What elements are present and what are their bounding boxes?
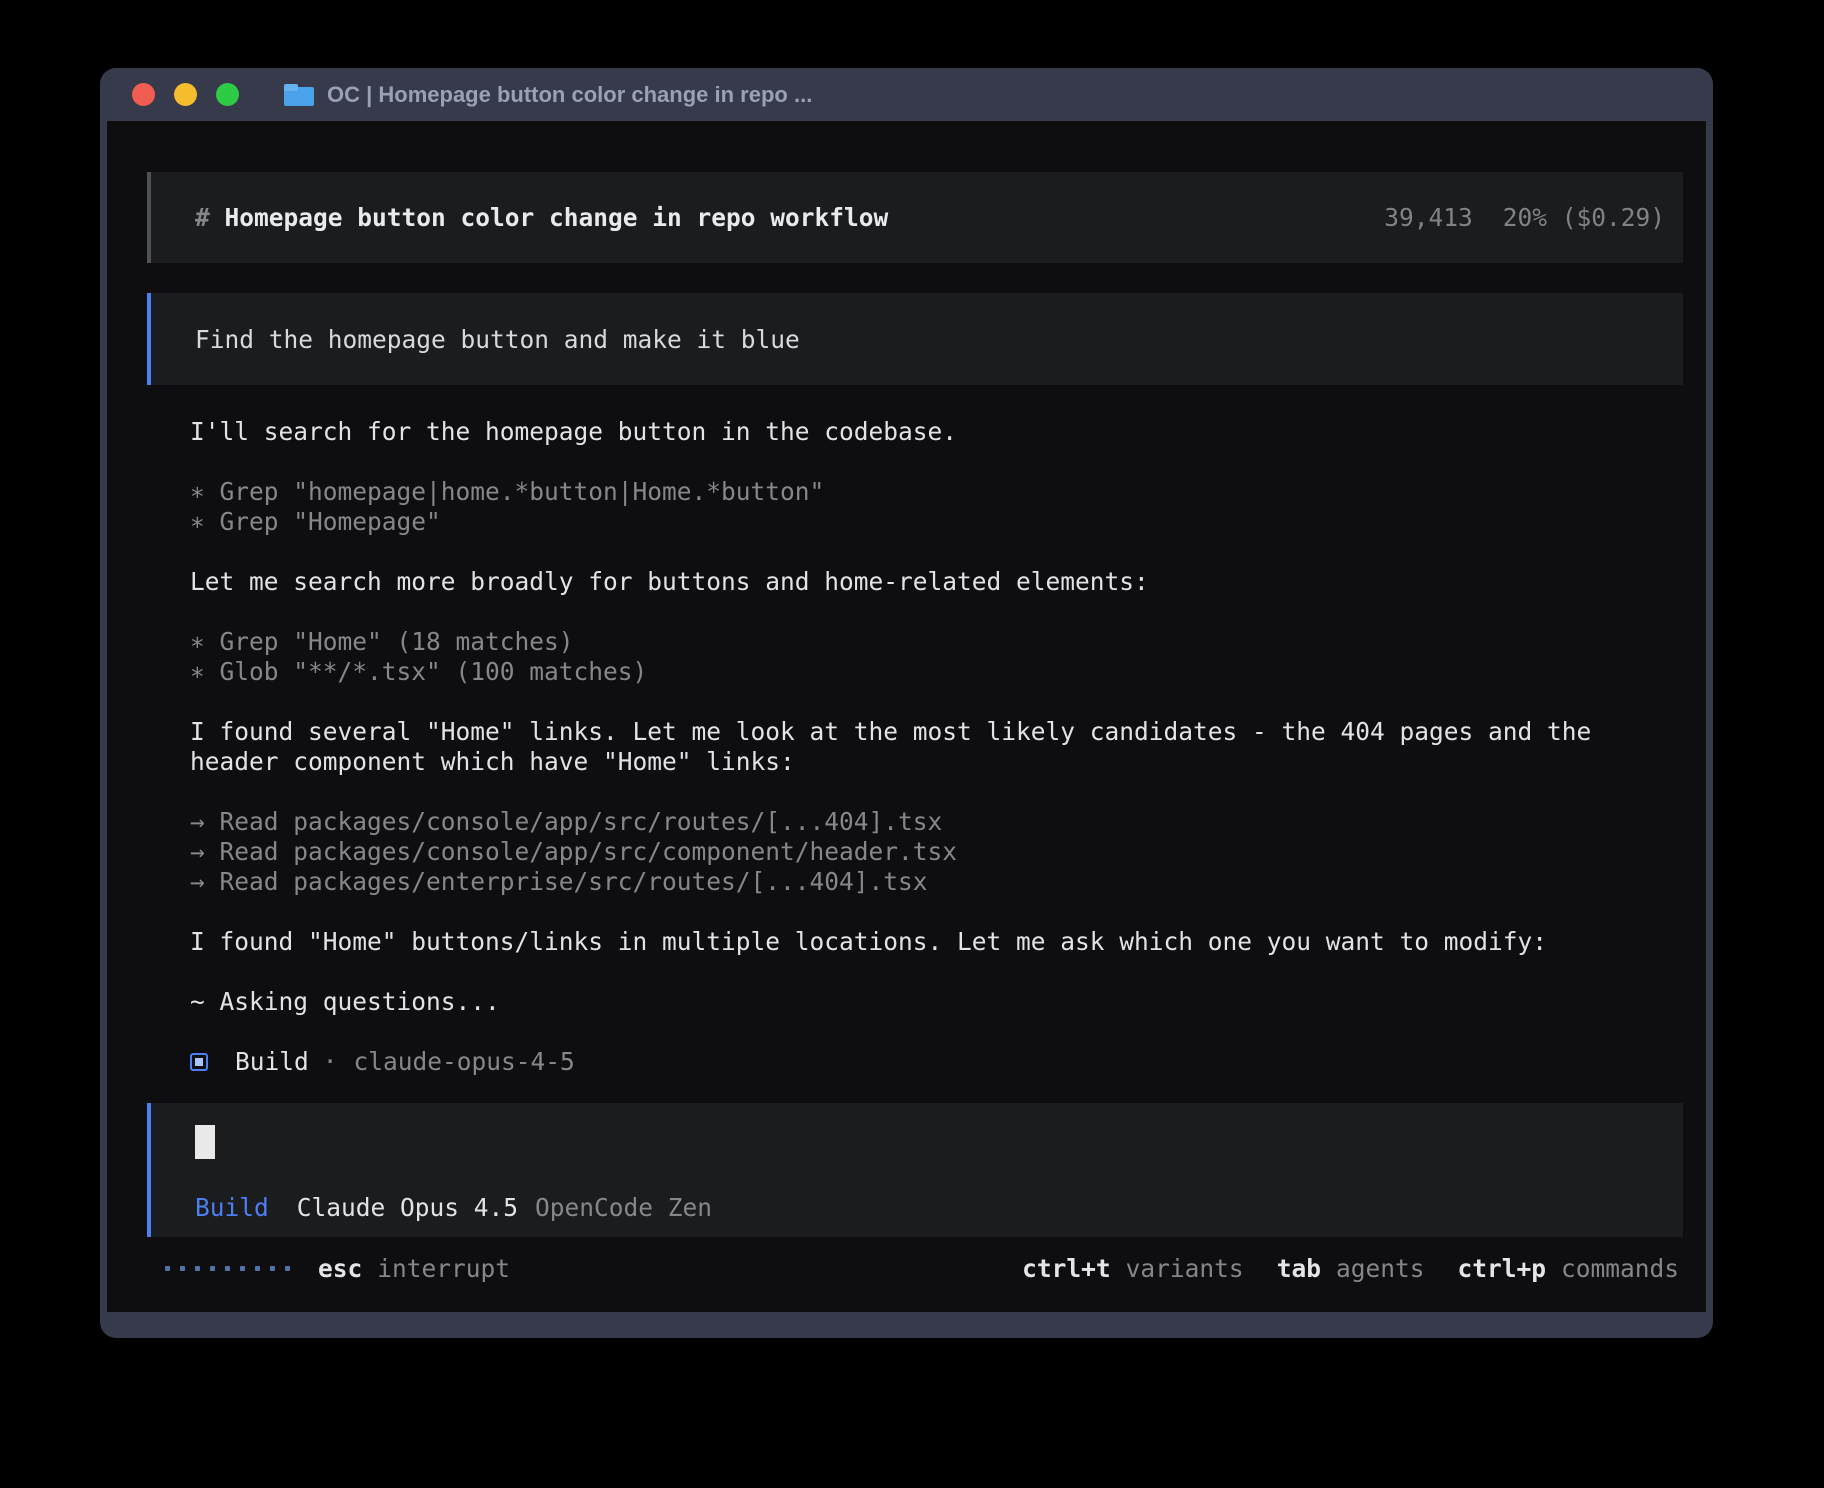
context-usage: 20% ($0.29) xyxy=(1503,203,1665,232)
shortcut-variants: ctrl+t variants xyxy=(1022,1254,1244,1283)
token-count: 39,413 xyxy=(1384,203,1473,232)
transcript-line-gap xyxy=(190,537,1650,567)
transcript-line-text: ~ Asking questions... xyxy=(190,987,1650,1017)
shortcut-label: agents xyxy=(1336,1254,1425,1283)
transcript-line-text: I found "Home" buttons/links in multiple… xyxy=(190,927,1650,957)
user-message: Find the homepage button and make it blu… xyxy=(147,293,1683,385)
prompt-input[interactable]: Build Claude Opus 4.5 OpenCode Zen xyxy=(147,1103,1683,1237)
transcript-line-text: I'll search for the homepage button in t… xyxy=(190,417,1650,447)
close-button[interactable] xyxy=(132,83,155,106)
transcript-line-tool: ∗ Glob "**/*.tsx" (100 matches) xyxy=(190,657,1650,687)
spinner-dot xyxy=(165,1266,170,1271)
spinner-dot xyxy=(195,1266,200,1271)
shortcut-commands: ctrl+p commands xyxy=(1457,1254,1679,1283)
transcript-line-tool: ∗ Grep "homepage|home.*button|Home.*butt… xyxy=(190,477,1650,507)
session-title: Homepage button color change in repo wor… xyxy=(225,203,889,232)
minimize-button[interactable] xyxy=(174,83,197,106)
text-cursor xyxy=(195,1125,215,1159)
transcript-line-gap xyxy=(190,897,1650,927)
shortcut-label: variants xyxy=(1126,1254,1244,1283)
input-meta: Build Claude Opus 4.5 OpenCode Zen xyxy=(195,1193,1665,1223)
shortcut-esc: esc interrupt xyxy=(318,1254,510,1283)
shortcut-agents: tab agents xyxy=(1277,1254,1425,1283)
spinner-dot xyxy=(225,1266,230,1271)
transcript-line-gap xyxy=(190,447,1650,477)
right-shortcuts: ctrl+t variants tab agents ctrl+p commands xyxy=(1022,1254,1679,1283)
transcript-line-tool: ∗ Grep "Home" (18 matches) xyxy=(190,627,1650,657)
transcript-line-text: Let me search more broadly for buttons a… xyxy=(190,567,1650,597)
zoom-button[interactable] xyxy=(216,83,239,106)
agent-badge-icon xyxy=(190,1053,208,1071)
provider-label: OpenCode Zen xyxy=(535,1193,712,1223)
transcript-line-tool: ∗ Grep "Homepage" xyxy=(190,507,1650,537)
spinner-dot xyxy=(285,1266,290,1271)
session-header-hash: # xyxy=(195,203,225,232)
transcript-line-gap xyxy=(190,597,1650,627)
spinner-dot xyxy=(240,1266,245,1271)
folder-icon xyxy=(284,84,314,106)
spinner-dot xyxy=(180,1266,185,1271)
model-label: Claude Opus 4.5 xyxy=(297,1193,518,1223)
agent-name: Build xyxy=(235,1047,309,1077)
shortcut-key: ctrl+t xyxy=(1022,1254,1111,1283)
window-title: OC | Homepage button color change in rep… xyxy=(327,82,812,108)
shortcut-key: esc xyxy=(318,1254,362,1283)
agent-model: claude-opus-4-5 xyxy=(354,1047,575,1077)
separator-dot: · xyxy=(323,1047,338,1077)
transcript-line-text: I found several "Home" links. Let me loo… xyxy=(190,717,1650,777)
agent-status-row: Build · claude-opus-4-5 xyxy=(190,1047,1650,1077)
transcript-line-gap xyxy=(190,1017,1650,1047)
transcript: I'll search for the homepage button in t… xyxy=(190,417,1650,1077)
shortcut-label: interrupt xyxy=(377,1254,510,1283)
status-bar: esc interrupt ctrl+tvariantstabagentsctr… xyxy=(107,1253,1706,1283)
shortcut-label: commands xyxy=(1561,1254,1679,1283)
transcript-line-gap xyxy=(190,957,1650,987)
session-stats: 39,413 20% ($0.29) xyxy=(1384,203,1665,232)
shortcut-key: ctrl+p xyxy=(1457,1254,1546,1283)
transcript-line-tool: → Read packages/console/app/src/routes/[… xyxy=(190,807,1650,837)
transcript-line-tool: → Read packages/console/app/src/componen… xyxy=(190,837,1650,867)
spinner-dots xyxy=(165,1266,290,1271)
transcript-line-gap xyxy=(190,777,1650,807)
spinner-dot xyxy=(255,1266,260,1271)
spinner-dot xyxy=(210,1266,215,1271)
terminal-content: # Homepage button color change in repo w… xyxy=(107,121,1706,1312)
transcript-line-gap xyxy=(190,687,1650,717)
transcript-line-tool: → Read packages/enterprise/src/routes/[.… xyxy=(190,867,1650,897)
spinner-dot xyxy=(270,1266,275,1271)
title-bar: OC | Homepage button color change in rep… xyxy=(100,68,1713,121)
shortcut-key: tab xyxy=(1277,1254,1321,1283)
app-window: OC | Homepage button color change in rep… xyxy=(100,68,1713,1338)
session-header: # Homepage button color change in repo w… xyxy=(147,172,1683,263)
agent-mode-label: Build xyxy=(195,1193,269,1223)
user-message-text: Find the homepage button and make it blu… xyxy=(195,325,800,354)
